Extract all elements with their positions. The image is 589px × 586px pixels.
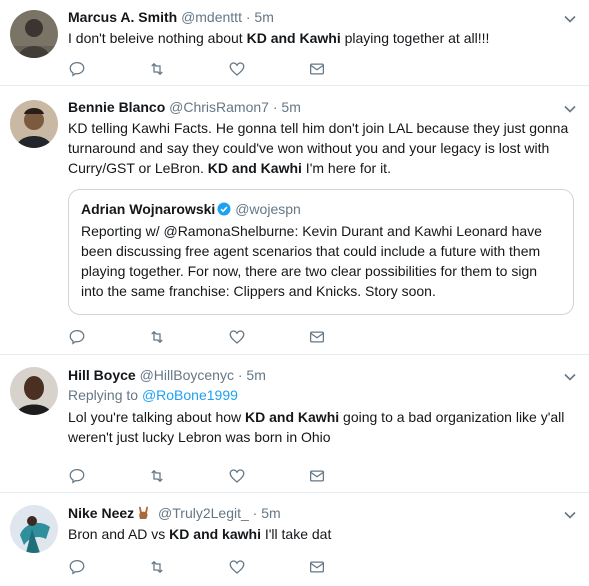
tweet-feed: Marcus A. Smith @mdenttt · 5m I don't be…	[0, 0, 589, 586]
envelope-icon	[308, 60, 326, 78]
retweet-button[interactable]	[148, 466, 228, 486]
tweet-header: Marcus A. Smith @mdenttt · 5m	[68, 8, 575, 26]
reply-icon	[68, 60, 86, 78]
avatar[interactable]	[10, 505, 58, 553]
quoted-tweet-text: Reporting w/ @RamonaShelburne: Kevin Dur…	[81, 223, 542, 299]
display-name[interactable]: Nike Neez	[68, 505, 134, 521]
tweet-header: Bennie Blanco @ChrisRamon7 · 5m	[68, 98, 575, 116]
horns-hand-emoji-icon	[136, 505, 152, 521]
chevron-down-icon[interactable]	[563, 370, 577, 384]
replying-to: Replying to @RoBone1999	[68, 387, 238, 403]
quoted-user-handle: @wojespn	[235, 201, 301, 217]
like-button[interactable]	[228, 327, 308, 347]
user-handle[interactable]: @HillBoycenyc	[140, 367, 234, 383]
avatar[interactable]	[10, 10, 58, 58]
timestamp[interactable]: 5m	[254, 9, 273, 25]
user-handle[interactable]: @ChrisRamon7	[169, 99, 269, 115]
tweet[interactable]: Hill Boyce @HillBoycenyc · 5m Replying t…	[0, 355, 589, 493]
timestamp[interactable]: 5m	[246, 367, 265, 383]
display-name[interactable]: Marcus A. Smith	[68, 9, 177, 25]
display-name[interactable]: Hill Boyce	[68, 367, 136, 383]
tweet[interactable]: Marcus A. Smith @mdenttt · 5m I don't be…	[0, 0, 589, 86]
display-name[interactable]: Bennie Blanco	[68, 99, 165, 115]
avatar[interactable]	[10, 367, 58, 415]
envelope-icon	[308, 467, 326, 485]
tweet-content: Hill Boyce @HillBoycenyc · 5m Replying t…	[68, 366, 575, 447]
heart-icon	[228, 467, 246, 485]
separator-dot: ·	[272, 99, 278, 115]
reply-button[interactable]	[68, 466, 148, 486]
dm-button[interactable]	[308, 327, 388, 347]
replying-to-link[interactable]: @RoBone1999	[142, 387, 238, 403]
chevron-down-icon[interactable]	[563, 508, 577, 522]
tweet-header: Hill Boyce @HillBoycenyc · 5m	[68, 366, 575, 384]
reply-icon	[68, 328, 86, 346]
tweet-content: Bennie Blanco @ChrisRamon7 · 5m KD telli…	[68, 98, 575, 178]
reply-icon	[68, 467, 86, 485]
retweet-icon	[148, 467, 166, 485]
tweet-content: Marcus A. Smith @mdenttt · 5m I don't be…	[68, 8, 575, 48]
envelope-icon	[308, 328, 326, 346]
separator-dot: ·	[245, 9, 251, 25]
separator-dot: ·	[252, 505, 258, 521]
tweet-text: Bron and AD vs KD and kawhi I'll take da…	[68, 526, 332, 542]
highlight-term: KD and Kawhi	[246, 30, 341, 46]
heart-icon	[228, 328, 246, 346]
highlight-term: KD and Kawhi	[245, 409, 340, 425]
retweet-icon	[148, 558, 166, 576]
highlight-term: KD and Kawhi	[207, 160, 302, 176]
avatar[interactable]	[10, 100, 58, 148]
heart-icon	[228, 60, 246, 78]
chevron-down-icon[interactable]	[563, 102, 577, 116]
quoted-tweet-header: Adrian Wojnarowski @wojespn	[81, 200, 561, 218]
tweet[interactable]: Nike Neez @Truly2Legit_ · 5m Bron and AD…	[0, 493, 589, 586]
tweet-text: KD telling Kawhi Facts. He gonna tell hi…	[68, 120, 569, 176]
reply-button[interactable]	[68, 327, 148, 347]
retweet-icon	[148, 328, 166, 346]
reply-button[interactable]	[68, 59, 148, 79]
user-handle[interactable]: @mdenttt	[181, 9, 242, 25]
tweet-actions	[68, 466, 388, 486]
heart-icon	[228, 558, 246, 576]
dm-button[interactable]	[308, 557, 388, 577]
like-button[interactable]	[228, 466, 308, 486]
tweet-actions	[68, 59, 388, 79]
highlight-term: KD and kawhi	[169, 526, 261, 542]
retweet-button[interactable]	[148, 59, 228, 79]
tweet-actions	[68, 557, 388, 577]
tweet[interactable]: Bennie Blanco @ChrisRamon7 · 5m KD telli…	[0, 86, 589, 355]
tweet-header: Nike Neez @Truly2Legit_ · 5m	[68, 504, 575, 522]
reply-icon	[68, 558, 86, 576]
retweet-icon	[148, 60, 166, 78]
user-handle[interactable]: @Truly2Legit_	[158, 505, 249, 521]
separator-dot: ·	[237, 367, 243, 383]
retweet-button[interactable]	[148, 557, 228, 577]
retweet-button[interactable]	[148, 327, 228, 347]
tweet-content: Nike Neez @Truly2Legit_ · 5m Bron and AD…	[68, 504, 575, 544]
quoted-tweet[interactable]: Adrian Wojnarowski @wojespn Reporting w/…	[68, 189, 574, 315]
dm-button[interactable]	[308, 466, 388, 486]
dm-button[interactable]	[308, 59, 388, 79]
tweet-actions	[68, 327, 388, 347]
envelope-icon	[308, 558, 326, 576]
timestamp[interactable]: 5m	[281, 99, 300, 115]
chevron-down-icon[interactable]	[563, 12, 577, 26]
verified-badge-icon	[217, 202, 231, 216]
like-button[interactable]	[228, 59, 308, 79]
tweet-text: I don't beleive nothing about KD and Kaw…	[68, 30, 490, 46]
quoted-display-name: Adrian Wojnarowski	[81, 201, 216, 217]
like-button[interactable]	[228, 557, 308, 577]
reply-button[interactable]	[68, 557, 148, 577]
timestamp[interactable]: 5m	[261, 505, 280, 521]
tweet-text: Lol you're talking about how KD and Kawh…	[68, 409, 565, 445]
